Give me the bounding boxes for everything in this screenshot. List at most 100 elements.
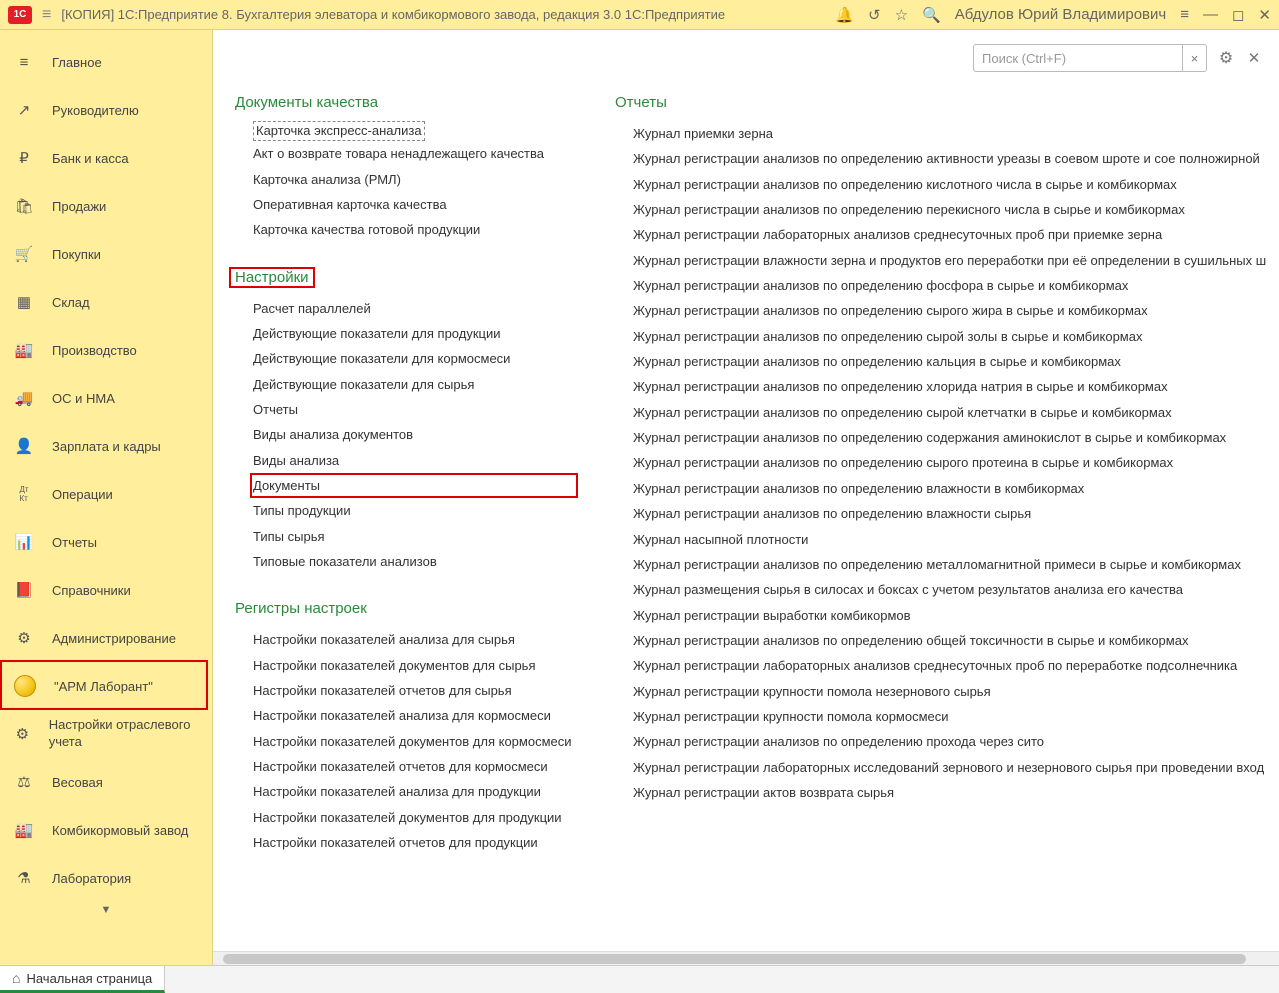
sidebar-item-6[interactable]: 🏭Производство (0, 326, 212, 374)
link-item[interactable]: Действующие показатели для продукции (253, 321, 575, 346)
restore-icon[interactable]: ◻ (1232, 6, 1244, 24)
link-item[interactable]: Виды анализа документов (253, 422, 575, 447)
link-item[interactable]: Журнал насыпной плотности (633, 527, 1266, 552)
link-item[interactable]: Журнал регистрации анализов по определен… (633, 324, 1266, 349)
sidebar-item-10[interactable]: 📊Отчеты (0, 518, 212, 566)
list-icon[interactable]: ≡ (1180, 6, 1189, 23)
link-item[interactable]: Настройки показателей анализа для кормос… (253, 703, 575, 728)
link-item[interactable]: Журнал регистрации анализов по определен… (633, 146, 1266, 171)
link-item[interactable]: Журнал регистрации анализов по определен… (633, 450, 1266, 475)
link-item[interactable]: Настройки показателей документов для сыр… (253, 653, 575, 678)
link-item[interactable]: Настройки показателей отчетов для сырья (253, 678, 575, 703)
link-item[interactable]: Настройки показателей анализа для продук… (253, 779, 575, 804)
link-item[interactable]: Журнал регистрации анализов по определен… (633, 400, 1266, 425)
link-item[interactable]: Типовые показатели анализов (253, 549, 575, 574)
link-item[interactable]: Журнал регистрации лабораторных анализов… (633, 222, 1266, 247)
sidebar-label-14: Настройки отраслевого учета (49, 717, 198, 751)
link-item[interactable]: Карточка экспресс-анализа (253, 121, 425, 141)
link-item[interactable]: Акт о возврате товара ненадлежащего каче… (253, 141, 575, 166)
section-title-left-2[interactable]: Регистры настроек (235, 600, 367, 617)
link-item[interactable]: Журнал регистрации анализов по определен… (633, 501, 1266, 526)
link-item[interactable]: Журнал регистрации анализов по определен… (633, 197, 1266, 222)
sidebar-item-17[interactable]: ⚗Лаборатория (0, 854, 212, 902)
link-item[interactable]: Журнал регистрации анализов по определен… (633, 628, 1266, 653)
sidebar-item-7[interactable]: 🚚ОС и НМА (0, 374, 212, 422)
sidebar-label-4: Покупки (52, 247, 101, 262)
sidebar-label-0: Главное (52, 55, 102, 70)
link-item[interactable]: Настройки показателей отчетов для продук… (253, 830, 575, 855)
link-item[interactable]: Типы продукции (253, 498, 575, 523)
link-item[interactable]: Типы сырья (253, 524, 575, 549)
section-title-right-0[interactable]: Отчеты (615, 94, 667, 111)
bell-icon[interactable]: 🔔 (835, 6, 854, 24)
link-item[interactable]: Журнал регистрации крупности помола корм… (633, 704, 1266, 729)
link-item[interactable]: Журнал регистрации актов возврата сырья (633, 780, 1266, 805)
sidebar-item-2[interactable]: ₽Банк и касса (0, 134, 212, 182)
link-item[interactable]: Журнал регистрации лабораторных анализов… (633, 653, 1266, 678)
link-item[interactable]: Журнал регистрации влажности зерна и про… (633, 248, 1266, 273)
left-column: Документы качества Карточка экспресс-анал… (235, 90, 575, 877)
sidebar-icon-4: 🛒 (14, 245, 34, 263)
sidebar-item-3[interactable]: 🛍Продажи (0, 182, 212, 230)
link-item[interactable]: Виды анализа (253, 448, 575, 473)
sidebar-item-11[interactable]: 📕Справочники (0, 566, 212, 614)
gear-icon[interactable]: ⚙ (1215, 47, 1237, 69)
link-item[interactable]: Карточка качества готовой продукции (253, 217, 575, 242)
link-item[interactable]: Настройки показателей документов для кор… (253, 729, 575, 754)
sidebar-item-14[interactable]: ⚙Настройки отраслевого учета (0, 710, 212, 758)
link-item[interactable]: Настройки показателей документов для про… (253, 805, 575, 830)
link-item[interactable]: Журнал регистрации анализов по определен… (633, 374, 1266, 399)
sidebar-item-16[interactable]: 🏭Комбикормовый завод (0, 806, 212, 854)
section-title-left-1[interactable]: Настройки (235, 269, 309, 286)
minimize-icon[interactable]: — (1203, 6, 1218, 23)
link-item[interactable]: Журнал регистрации крупности помола незе… (633, 679, 1266, 704)
sidebar-label-2: Банк и касса (52, 151, 129, 166)
link-item[interactable]: Отчеты (253, 397, 575, 422)
close-window-icon[interactable]: ✕ (1258, 6, 1271, 24)
link-item[interactable]: Журнал регистрации анализов по определен… (633, 273, 1266, 298)
sidebar-item-15[interactable]: ⚖Весовая (0, 758, 212, 806)
link-item[interactable]: Журнал регистрации анализов по определен… (633, 729, 1266, 754)
link-item[interactable]: Карточка анализа (РМЛ) (253, 167, 575, 192)
sidebar-label-16: Комбикормовый завод (52, 823, 188, 838)
search-icon[interactable]: 🔍 (922, 6, 941, 24)
sidebar-item-12[interactable]: ⚙Администрирование (0, 614, 212, 662)
sidebar-icon-13 (14, 675, 36, 697)
user-name[interactable]: Абдулов Юрий Владимирович (955, 6, 1166, 23)
sidebar-item-9[interactable]: ДтКтОперации (0, 470, 212, 518)
history-icon[interactable]: ↺ (868, 6, 881, 24)
search-clear-button[interactable]: × (1183, 44, 1207, 72)
menu-icon[interactable]: ≡ (42, 6, 51, 24)
link-item[interactable]: Действующие показатели для кормосмеси (253, 346, 575, 371)
sidebar-label-1: Руководителю (52, 103, 139, 118)
link-item[interactable]: Журнал регистрации анализов по определен… (633, 552, 1266, 577)
link-item[interactable]: Журнал регистрации выработки комбикормов (633, 603, 1266, 628)
link-item[interactable]: Документы (253, 473, 575, 498)
link-item[interactable]: Журнал регистрации лабораторных исследов… (633, 755, 1266, 780)
link-item[interactable]: Журнал регистрации анализов по определен… (633, 425, 1266, 450)
home-tab[interactable]: ⌂ Начальная страница (0, 966, 165, 993)
link-item[interactable]: Расчет параллелей (253, 296, 575, 321)
link-item[interactable]: Журнал размещения сырья в силосах и бокс… (633, 577, 1266, 602)
sidebar-more-icon[interactable]: ▼ (0, 902, 212, 918)
sidebar-item-8[interactable]: 👤Зарплата и кадры (0, 422, 212, 470)
link-item[interactable]: Оперативная карточка качества (253, 192, 575, 217)
link-item[interactable]: Журнал регистрации анализов по определен… (633, 172, 1266, 197)
section-title-left-0[interactable]: Документы качества (235, 94, 378, 111)
star-icon[interactable]: ☆ (895, 6, 908, 24)
link-item[interactable]: Журнал регистрации анализов по определен… (633, 298, 1266, 323)
link-item[interactable]: Настройки показателей отчетов для кормос… (253, 754, 575, 779)
sidebar-item-4[interactable]: 🛒 Покупки (0, 230, 212, 278)
search-input[interactable] (973, 44, 1183, 72)
sidebar-item-5[interactable]: ▦Склад (0, 278, 212, 326)
link-item[interactable]: Действующие показатели для сырья (253, 372, 575, 397)
link-item[interactable]: Журнал регистрации анализов по определен… (633, 476, 1266, 501)
sidebar-item-13[interactable]: "АРМ Лаборант" (0, 662, 212, 710)
sidebar-item-1[interactable]: ↗Руководителю (0, 86, 212, 134)
link-item[interactable]: Журнал регистрации анализов по определен… (633, 349, 1266, 374)
close-panel-icon[interactable]: ✕ (1245, 49, 1263, 67)
sidebar-item-0[interactable]: ≡Главное (0, 38, 212, 86)
horizontal-scrollbar[interactable] (213, 951, 1279, 965)
link-item[interactable]: Журнал приемки зерна (633, 121, 1266, 146)
link-item[interactable]: Настройки показателей анализа для сырья (253, 627, 575, 652)
